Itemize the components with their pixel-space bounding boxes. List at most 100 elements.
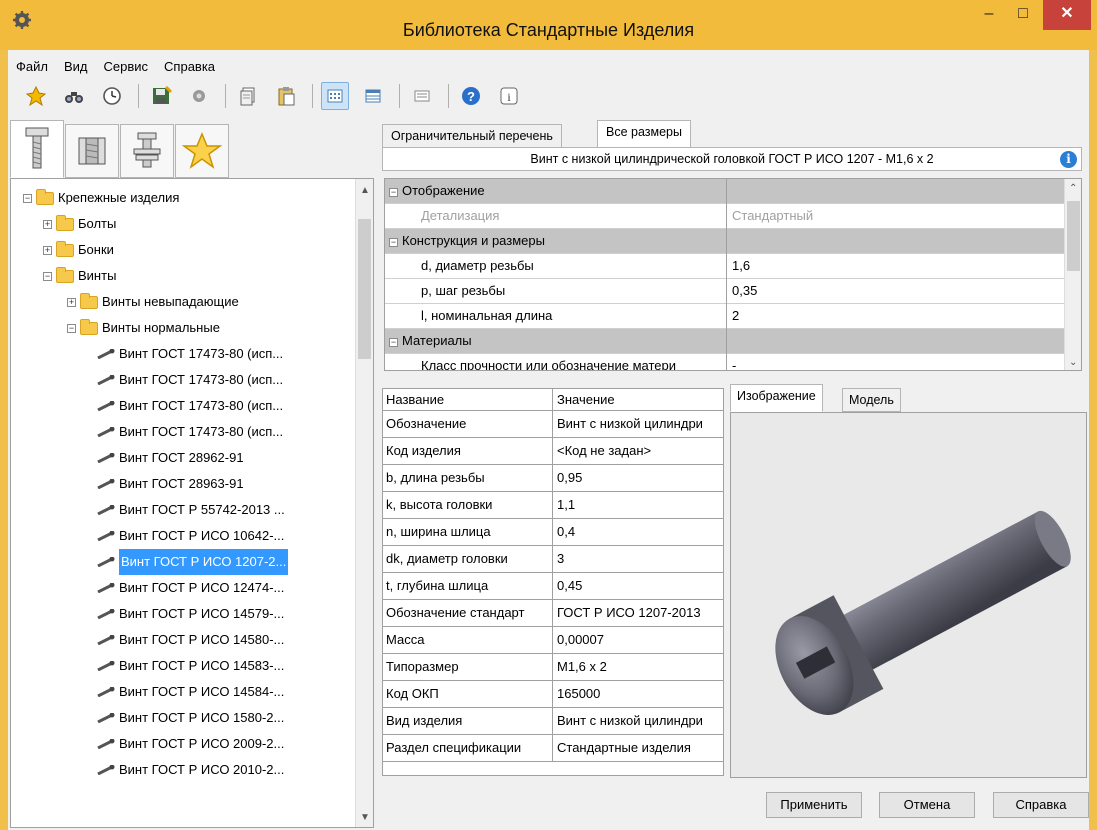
tab-model[interactable]: Модель (842, 388, 901, 412)
help-button[interactable]: Справка (993, 792, 1089, 818)
info-icon[interactable]: i (1060, 151, 1077, 168)
tree-item[interactable]: Винт ГОСТ 17473-80 (исп... (95, 393, 283, 419)
grid-property-row[interactable]: l, номинальная длина 2 (385, 304, 1067, 329)
grid-property-row[interactable]: d, диаметр резьбы 1,6 (385, 254, 1067, 279)
tree-folder[interactable]: − Винты нормальные (67, 315, 220, 341)
table-row[interactable]: k, высота головки 1,1 (383, 492, 723, 519)
tree-folder[interactable]: − Крепежные изделия (23, 185, 179, 211)
grid-property-row[interactable]: Детализация Стандартный (385, 204, 1067, 229)
collapse-icon[interactable]: − (389, 238, 398, 247)
tree-item[interactable]: Винт ГОСТ 17473-80 (исп... (95, 367, 283, 393)
clock-icon[interactable] (98, 82, 126, 110)
view-grid-icon[interactable] (321, 82, 349, 110)
tree-item[interactable]: Винт ГОСТ Р ИСО 2009-2... (95, 731, 284, 757)
view-list-icon[interactable] (408, 82, 436, 110)
table-row[interactable]: Обозначение Винт с низкой цилиндри (383, 411, 723, 438)
menu-help[interactable]: Справка (156, 56, 223, 78)
tab-image[interactable]: Изображение (730, 384, 823, 412)
copy-icon[interactable] (234, 82, 262, 110)
tree-folder[interactable]: + Болты (43, 211, 116, 237)
expand-icon[interactable]: + (67, 297, 76, 307)
close-button[interactable]: ✕ (1043, 0, 1091, 30)
tree-item[interactable]: Винт ГОСТ Р ИСО 14583-... (95, 653, 284, 679)
tab-restrictive-list[interactable]: Ограничительный перечень (382, 124, 562, 148)
paste-icon[interactable] (272, 82, 300, 110)
collapse-icon[interactable]: − (67, 323, 76, 333)
tab-all-sizes[interactable]: Все размеры (597, 120, 691, 148)
grid-property-row[interactable]: Класс прочности или обозначение матери - (385, 354, 1067, 370)
column-header-value[interactable]: Значение (554, 389, 723, 411)
scroll-down-icon[interactable]: ▼ (360, 812, 370, 823)
table-row[interactable]: Вид изделия Винт с низкой цилиндри (383, 708, 723, 735)
menu-view[interactable]: Вид (56, 56, 96, 78)
view-table-icon[interactable] (359, 82, 387, 110)
table-row[interactable]: Раздел спецификации Стандартные изделия (383, 735, 723, 762)
tree-folder[interactable]: + Винты невыпадающие (67, 289, 239, 315)
minimize-button[interactable]: – (972, 0, 1006, 30)
tab-favorites[interactable] (175, 124, 229, 178)
table-row[interactable]: dk, диаметр головки 3 (383, 546, 723, 573)
table-row[interactable]: Масса 0,00007 (383, 627, 723, 654)
cancel-button[interactable]: Отмена (879, 792, 975, 818)
pin-icon[interactable] (22, 82, 50, 110)
help-icon[interactable]: ? (457, 82, 485, 110)
scroll-down-icon[interactable]: ⌄ (1069, 357, 1077, 368)
grid-scrollbar[interactable]: ⌃ ⌄ (1064, 179, 1081, 370)
tree-item[interactable]: Винт ГОСТ 28962-91 (95, 445, 244, 471)
tree-item[interactable]: Винт ГОСТ 17473-80 (исп... (95, 419, 283, 445)
table-row[interactable]: Обозначение стандарт ГОСТ Р ИСО 1207-2013 (383, 600, 723, 627)
grid-value-cell[interactable]: Стандартный (728, 204, 1067, 228)
tree-item[interactable]: Винт ГОСТ Р ИСО 1580-2... (95, 705, 284, 731)
save-icon[interactable] (147, 82, 175, 110)
grid-value-cell[interactable]: 1,6 (728, 254, 1067, 278)
collapse-icon[interactable]: − (389, 338, 398, 347)
scroll-up-icon[interactable]: ⌃ (1069, 183, 1077, 194)
menu-service[interactable]: Сервис (96, 56, 157, 78)
grid-property-row[interactable]: p, шаг резьбы 0,35 (385, 279, 1067, 304)
tree-item[interactable]: Винт ГОСТ Р 55742-2013 ... (95, 497, 285, 523)
column-header-name[interactable]: Название (383, 389, 553, 411)
tree-item[interactable]: Винт ГОСТ 17473-80 (исп... (95, 341, 283, 367)
gear-icon[interactable] (185, 82, 213, 110)
menu-file[interactable]: Файл (8, 56, 56, 78)
tree-item[interactable]: Винт ГОСТ 28963-91 (95, 471, 244, 497)
table-row[interactable]: b, длина резьбы 0,95 (383, 465, 723, 492)
tree-item[interactable]: Винт ГОСТ Р ИСО 14579-... (95, 601, 284, 627)
tree-folder[interactable]: − Винты (43, 263, 116, 289)
tree-folder[interactable]: + Бонки (43, 237, 114, 263)
tree-scrollbar[interactable]: ▲ ▼ (355, 179, 373, 827)
tree-item[interactable]: Винт ГОСТ Р ИСО 14580-... (95, 627, 284, 653)
tree-item[interactable]: Винт ГОСТ Р ИСО 2010-2... (95, 757, 284, 783)
tab-washers[interactable] (120, 124, 174, 178)
table-row[interactable]: Код изделия <Код не задан> (383, 438, 723, 465)
table-row[interactable]: t, глубина шлица 0,45 (383, 573, 723, 600)
info-icon[interactable]: i (495, 82, 523, 110)
tree-item[interactable]: Винт ГОСТ Р ИСО 12474-... (95, 575, 284, 601)
grid-value-cell[interactable]: 0,35 (728, 279, 1067, 303)
collapse-icon[interactable]: − (389, 188, 398, 197)
tree-item[interactable]: Винт ГОСТ Р ИСО 1207-2... (95, 549, 289, 575)
scroll-up-icon[interactable]: ▲ (360, 185, 370, 196)
collapse-icon[interactable]: − (23, 193, 32, 203)
tree-item[interactable]: Винт ГОСТ Р ИСО 10642-... (95, 523, 284, 549)
grid-value-cell[interactable]: - (728, 354, 1067, 370)
grid-category[interactable]: − Конструкция и размеры (385, 229, 1067, 254)
table-row[interactable]: n, ширина шлица 0,4 (383, 519, 723, 546)
table-row[interactable]: Типоразмер М1,6 x 2 (383, 654, 723, 681)
grid-category[interactable]: − Материалы (385, 329, 1067, 354)
apply-button[interactable]: Применить (766, 792, 862, 818)
binoculars-icon[interactable] (60, 82, 88, 110)
grid-value-cell[interactable]: 2 (728, 304, 1067, 328)
collapse-icon[interactable]: − (43, 271, 52, 281)
expand-icon[interactable]: + (43, 245, 52, 255)
grid-scroll-thumb[interactable] (1067, 201, 1080, 271)
tab-bolts[interactable] (10, 120, 64, 178)
tree-item-label: Винт ГОСТ Р ИСО 2009-2... (119, 736, 285, 751)
table-row[interactable]: Код ОКП 165000 (383, 681, 723, 708)
expand-icon[interactable]: + (43, 219, 52, 229)
tab-nuts[interactable] (65, 124, 119, 178)
maximize-button[interactable]: □ (1006, 0, 1040, 30)
grid-category[interactable]: − Отображение (385, 179, 1067, 204)
tree-item[interactable]: Винт ГОСТ Р ИСО 14584-... (95, 679, 284, 705)
tree-scroll-thumb[interactable] (358, 219, 371, 359)
